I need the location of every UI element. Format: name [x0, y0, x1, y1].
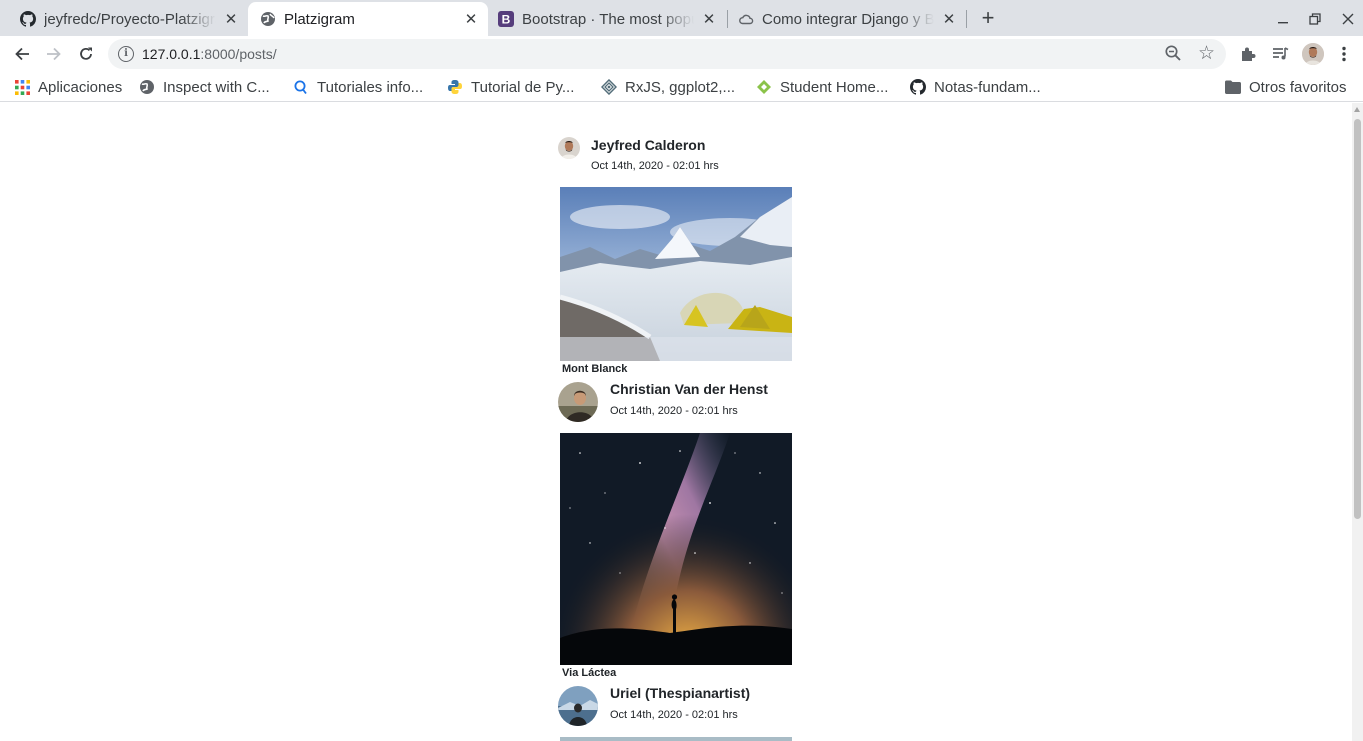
bookmark-tutoriales[interactable]: Tutoriales info...: [293, 78, 423, 96]
tab-title: Platzigram: [284, 10, 355, 28]
bookmark-label: Tutorial de Py...: [471, 78, 575, 96]
post-date: Oct 14th, 2020 - 02:01 hrs: [610, 405, 738, 417]
close-icon[interactable]: ✕: [462, 10, 480, 28]
minimize-icon[interactable]: [1272, 8, 1294, 30]
reload-icon[interactable]: [72, 40, 100, 68]
svg-text:B: B: [502, 13, 511, 27]
bookmark-label: Aplicaciones: [38, 78, 123, 96]
post-author[interactable]: Christian Van der Henst: [610, 381, 768, 397]
post-photo[interactable]: [560, 737, 792, 741]
other-bookmarks-folder[interactable]: Otros favoritos: [1225, 78, 1347, 96]
scroll-up-icon[interactable]: [1354, 107, 1360, 112]
page-viewport: Jeyfred Calderon Oct 14th, 2020 - 02:01 …: [0, 103, 1352, 741]
tab-title: jeyfredc/Proyecto-Platzigram: [44, 10, 216, 28]
url-path: :8000/posts/: [200, 46, 277, 62]
post-date: Oct 14th, 2020 - 02:01 hrs: [610, 709, 738, 721]
tab-strip: jeyfredc/Proyecto-Platzigram ✕ Platzigra…: [0, 0, 1363, 36]
address-bar[interactable]: i 127.0.0.1:8000/posts/ ☆: [108, 39, 1226, 69]
bookmark-rxjs[interactable]: RxJS, ggplot2,...: [601, 78, 735, 96]
media-controls-icon[interactable]: [1266, 40, 1294, 68]
tab-django-bootstrap[interactable]: Como integrar Django y Bootstrap ✕: [730, 2, 966, 36]
avatar[interactable]: [558, 382, 598, 422]
tab-title: Como integrar Django y Bootstrap: [762, 10, 934, 28]
bootstrap-icon: B: [498, 11, 514, 27]
apps-grid-icon: [14, 79, 30, 95]
profile-avatar[interactable]: [1299, 40, 1327, 68]
close-icon[interactable]: ✕: [700, 10, 718, 28]
post-photo[interactable]: [560, 187, 792, 361]
avatar[interactable]: [558, 686, 598, 726]
restore-icon[interactable]: [1304, 8, 1326, 30]
back-icon[interactable]: [8, 40, 36, 68]
scrollbar-thumb[interactable]: [1354, 119, 1361, 519]
bookmark-aplicaciones[interactable]: Aplicaciones: [14, 78, 122, 96]
python-icon: [447, 79, 463, 95]
tab-github[interactable]: jeyfredc/Proyecto-Platzigram ✕: [12, 2, 248, 36]
post-author[interactable]: Uriel (Thespianartist): [610, 685, 750, 701]
bookmark-label: Notas-fundam...: [934, 78, 1041, 96]
tab-platzigram[interactable]: Platzigram ✕: [248, 2, 488, 36]
post-title: Mont Blanck: [562, 363, 628, 375]
menu-kebab-icon[interactable]: [1330, 40, 1358, 68]
post-card: Jeyfred Calderon Oct 14th, 2020 - 02:01 …: [558, 103, 794, 383]
bookmark-notas[interactable]: Notas-fundam...: [910, 78, 1041, 96]
page-scrollbar[interactable]: [1352, 103, 1363, 741]
tab-separator: [966, 10, 967, 28]
github-icon: [910, 79, 926, 95]
forward-icon[interactable]: [40, 40, 68, 68]
new-tab-button[interactable]: +: [976, 7, 1000, 31]
bookmark-label: Inspect with C...: [163, 78, 270, 96]
bookmarks-bar: Aplicaciones Inspect with C... Tutoriale…: [0, 72, 1363, 102]
extensions-icon[interactable]: [1234, 40, 1262, 68]
tutoriales-icon: [293, 79, 309, 95]
url-text[interactable]: 127.0.0.1:8000/posts/: [142, 46, 277, 62]
bookmark-student[interactable]: Student Home...: [756, 78, 888, 96]
zoom-icon[interactable]: [1164, 44, 1182, 67]
close-icon[interactable]: ✕: [940, 10, 958, 28]
post-title: Via Láctea: [562, 667, 617, 679]
post-photo[interactable]: [560, 433, 792, 665]
post-card: Uriel (Thespianartist) Oct 14th, 2020 - …: [558, 684, 794, 741]
bookmark-label: Tutoriales info...: [317, 78, 424, 96]
rxjs-icon: [601, 79, 617, 95]
bookmark-star-icon[interactable]: ☆: [1198, 42, 1215, 65]
close-icon[interactable]: ✕: [222, 10, 240, 28]
window-close-icon[interactable]: [1337, 8, 1359, 30]
student-icon: [756, 79, 772, 95]
post-card: Christian Van der Henst Oct 14th, 2020 -…: [558, 380, 794, 680]
url-host: 127.0.0.1: [142, 46, 201, 62]
bookmark-label: Otros favoritos: [1249, 78, 1347, 96]
bookmark-label: RxJS, ggplot2,...: [625, 78, 736, 96]
post-author[interactable]: Jeyfred Calderon: [591, 137, 705, 153]
bookmark-label: Student Home...: [780, 78, 889, 96]
globe-icon: [139, 79, 155, 95]
folder-icon: [1225, 79, 1241, 95]
bookmark-python[interactable]: Tutorial de Py...: [447, 78, 574, 96]
bookmark-inspect[interactable]: Inspect with C...: [139, 78, 270, 96]
avatar[interactable]: [558, 137, 580, 159]
post-date: Oct 14th, 2020 - 02:01 hrs: [591, 160, 719, 172]
site-info-icon[interactable]: i: [118, 46, 134, 62]
github-icon: [20, 11, 36, 27]
cloud-icon: [738, 11, 754, 27]
tab-title: Bootstrap · The most popular: [522, 10, 694, 28]
browser-toolbar: i 127.0.0.1:8000/posts/ ☆: [0, 36, 1363, 72]
globe-icon: [260, 11, 276, 27]
tab-separator: [727, 10, 728, 28]
tab-bootstrap[interactable]: B Bootstrap · The most popular ✕: [490, 2, 726, 36]
